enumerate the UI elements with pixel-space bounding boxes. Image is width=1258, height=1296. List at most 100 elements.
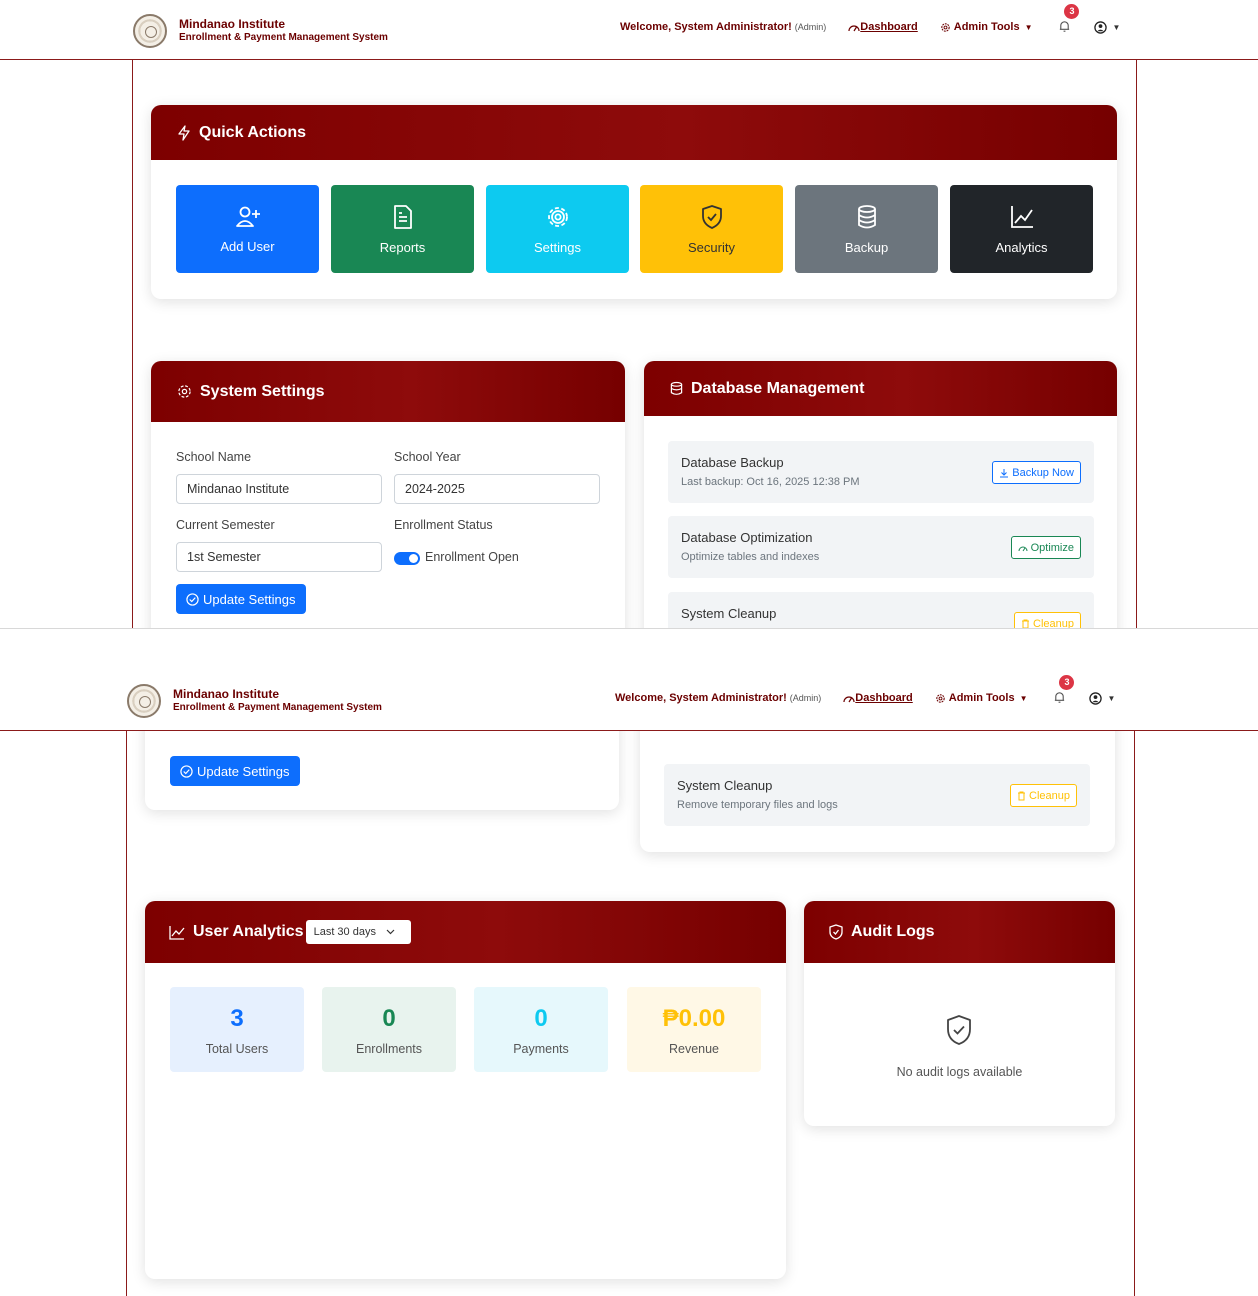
update-settings-button[interactable]: Update Settings — [176, 584, 306, 614]
brand[interactable]: Mindanao Institute Enrollment & Payment … — [127, 684, 382, 718]
navbar: Mindanao Institute Enrollment & Payment … — [0, 0, 1258, 60]
enrollments-value: 0 — [382, 1005, 396, 1032]
gear-icon — [178, 385, 191, 398]
analytics-button[interactable]: Analytics — [950, 185, 1093, 273]
reports-label: Reports — [379, 239, 426, 255]
admin-tools-label: Admin Tools — [948, 692, 1015, 704]
user-menu[interactable]: ▼ — [1094, 20, 1121, 34]
cleanup-label: Cleanup — [1033, 617, 1074, 629]
backup-now-button[interactable]: Backup Now — [992, 461, 1081, 484]
gear-icon — [941, 22, 950, 32]
notifications-bell[interactable]: 3 — [1053, 675, 1075, 705]
gauge-icon — [848, 25, 860, 32]
school-seal-logo — [133, 14, 167, 48]
audit-logs-card: Audit Logs No audit logs available — [804, 901, 1115, 1126]
database-icon — [857, 204, 876, 228]
welcome-message: Welcome, System Administrator! — [620, 21, 792, 33]
payments-label: Payments — [513, 1042, 569, 1056]
gear-icon — [936, 693, 945, 703]
check-circle-icon — [186, 592, 199, 606]
download-icon — [1000, 468, 1009, 477]
settings-button[interactable]: Settings — [486, 185, 629, 273]
role-label: (Admin) — [794, 22, 827, 32]
brand-subtitle: Enrollment & Payment Management System — [173, 702, 382, 713]
total-users-value: 3 — [230, 1005, 244, 1032]
audit-logs-empty-text: No audit logs available — [896, 1065, 1023, 1079]
cleanup-button[interactable]: Cleanup — [1014, 612, 1081, 628]
revenue-label: Revenue — [668, 1042, 720, 1056]
security-label: Security — [688, 239, 735, 255]
notification-badge: 3 — [1064, 4, 1080, 19]
bell-icon — [1055, 692, 1065, 703]
chevron-down-icon — [386, 929, 395, 935]
welcome-text: Welcome, System Administrator! (Admin) — [615, 692, 821, 704]
school-name-label: School Name — [176, 450, 252, 464]
total-users-label: Total Users — [205, 1042, 269, 1056]
admin-tools-dropdown[interactable]: Admin Tools ▼ — [935, 692, 1027, 704]
screenshot-bottom: Update Settings System Cleanup Remove te… — [0, 656, 1258, 1296]
system-settings-header: System Settings — [151, 361, 625, 422]
screenshot-top: Mindanao Institute Enrollment & Payment … — [0, 0, 1258, 628]
file-text-icon — [393, 204, 412, 229]
add-user-button[interactable]: Add User — [176, 185, 319, 273]
optimize-button[interactable]: Optimize — [1010, 536, 1081, 559]
revenue-value: ₱0.00 — [662, 1005, 726, 1032]
total-users-stat: 3 Total Users — [170, 987, 304, 1072]
enrollment-toggle[interactable] — [394, 552, 420, 565]
system-cleanup-row: System Cleanup Remove temporary files an… — [668, 592, 1094, 628]
date-range-select[interactable]: Last 30 days — [305, 920, 411, 944]
database-icon — [670, 381, 683, 395]
gear-icon — [547, 206, 568, 227]
user-analytics-header: User Analytics Last 30 days — [145, 901, 786, 963]
notification-badge: 3 — [1059, 675, 1075, 690]
user-menu[interactable]: ▼ — [1089, 691, 1115, 705]
user-analytics-title: User Analytics — [193, 923, 304, 940]
semester-label: Current Semester — [176, 518, 275, 532]
backup-label: Backup — [844, 239, 889, 255]
admin-tools-dropdown[interactable]: Admin Tools ▼ — [940, 21, 1032, 33]
db-backup-subtitle: Last backup: Oct 16, 2025 12:38 PM — [681, 476, 860, 488]
enrollment-status-label: Enrollment Status — [394, 518, 493, 532]
enrollment-toggle-label: Enrollment Open — [425, 550, 519, 564]
welcome-text: Welcome, System Administrator! (Admin) — [620, 21, 826, 33]
bell-icon — [1060, 21, 1070, 32]
settings-label: Settings — [534, 239, 581, 255]
welcome-message: Welcome, System Administrator! — [615, 692, 787, 704]
backup-now-label: Backup Now — [1012, 466, 1074, 479]
dashboard-link-label: Dashboard — [860, 21, 918, 33]
notifications-bell[interactable]: 3 — [1058, 4, 1080, 34]
update-settings-label: Update Settings — [203, 591, 296, 607]
dashboard-link[interactable]: Dashboard — [848, 21, 918, 33]
quick-actions-title: Quick Actions — [199, 123, 306, 141]
dashboard-link[interactable]: Dashboard — [843, 692, 913, 704]
brand[interactable]: Mindanao Institute Enrollment & Payment … — [133, 14, 388, 48]
user-analytics-card: User Analytics Last 30 days 3 Total User… — [145, 901, 786, 1279]
navbar: Mindanao Institute Enrollment & Payment … — [0, 656, 1258, 731]
database-management-card: Database Management Database Backup Last… — [644, 361, 1117, 628]
system-cleanup-title: System Cleanup — [681, 606, 777, 621]
dashboard-link-label: Dashboard — [855, 692, 913, 704]
user-circle-icon — [1089, 691, 1103, 705]
reports-button[interactable]: Reports — [331, 185, 474, 273]
db-optimization-subtitle: Optimize tables and indexes — [681, 551, 820, 563]
gauge-icon — [843, 696, 855, 703]
system-settings-card: System Settings School Name Mindanao Ins… — [151, 361, 625, 628]
school-name-input[interactable]: Mindanao Institute — [176, 474, 382, 504]
backup-button[interactable]: Backup — [795, 185, 938, 273]
add-user-label: Add User — [220, 238, 275, 254]
school-year-input[interactable]: 2024-2025 — [394, 474, 600, 504]
semester-select[interactable]: 1st Semester — [176, 542, 382, 572]
security-button[interactable]: Security — [640, 185, 783, 273]
brand-title: Mindanao Institute — [179, 17, 285, 31]
revenue-stat: ₱0.00 Revenue — [627, 987, 761, 1072]
db-optimization-row: Database Optimization Optimize tables an… — [668, 516, 1094, 578]
db-backup-row: Database Backup Last backup: Oct 16, 202… — [668, 441, 1094, 503]
quick-actions-card: Quick Actions Add User Reports Settings … — [151, 105, 1117, 299]
caret-down-icon: ▼ — [1112, 22, 1121, 32]
nav-right: Welcome, System Administrator! (Admin) Da… — [615, 675, 1115, 705]
shield-check-icon — [701, 204, 722, 229]
payments-stat: 0 Payments — [474, 987, 608, 1072]
optimize-label: Optimize — [1030, 541, 1074, 554]
school-year-label: School Year — [394, 450, 461, 464]
enrollments-stat: 0 Enrollments — [322, 987, 456, 1072]
